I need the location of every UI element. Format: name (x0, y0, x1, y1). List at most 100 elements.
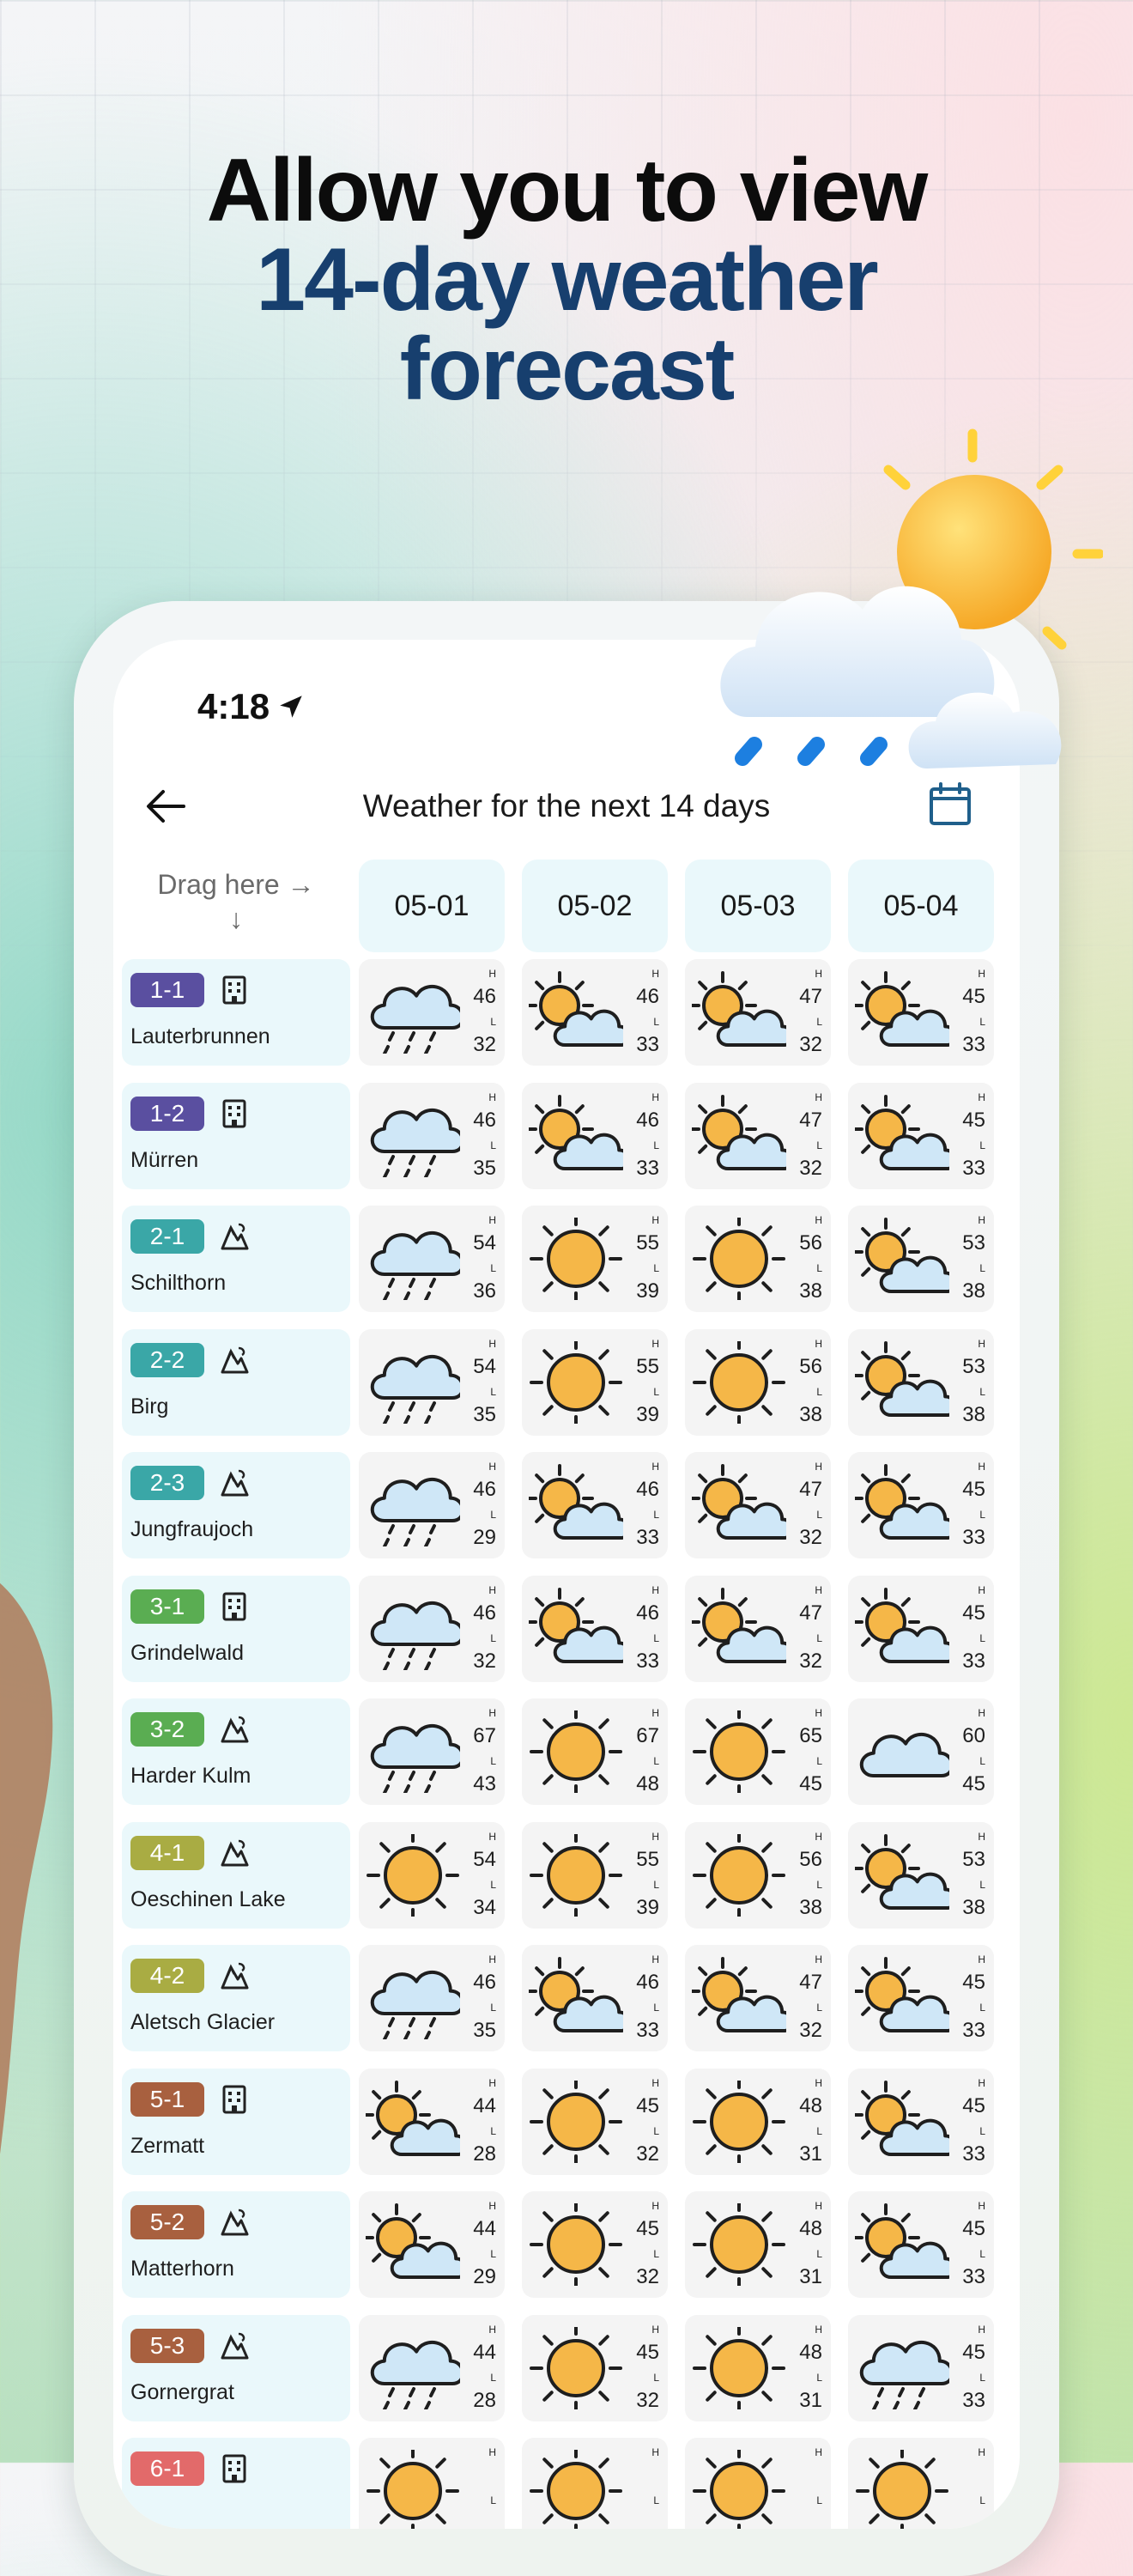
forecast-cell[interactable]: H 67 L 43 (359, 1698, 505, 1805)
forecast-cell[interactable]: H 48 L 31 (685, 2315, 831, 2421)
low-temp: 29 (473, 1526, 496, 1549)
location-cell[interactable]: 2-3 Jungfraujoch (122, 1452, 350, 1558)
forecast-cell[interactable]: H 48 L 31 (685, 2069, 831, 2175)
forecast-cell[interactable]: H 45 L 33 (848, 959, 994, 1066)
forecast-cell[interactable]: H 45 L 33 (848, 1083, 994, 1189)
forecast-cell[interactable]: H 47 L 32 (685, 1083, 831, 1189)
location-cell[interactable]: 5-1 Zermatt (122, 2069, 350, 2175)
date-header-05-03[interactable]: 05-03 (685, 860, 831, 952)
forecast-cell[interactable]: H 44 L 28 (359, 2069, 505, 2175)
forecast-cell[interactable]: H 46 L 32 (359, 1576, 505, 1682)
low-label: L (653, 2494, 659, 2506)
low-label: L (979, 1509, 985, 1521)
location-cell[interactable]: 6-1 (122, 2438, 350, 2529)
location-cell[interactable]: 3-1 Grindelwald (122, 1576, 350, 1682)
high-temp: 45 (962, 1971, 985, 1994)
drag-hint[interactable]: Drag here → ↓ (122, 867, 350, 936)
low-temp: 32 (799, 1649, 822, 1673)
sun-icon (693, 2450, 785, 2529)
forecast-cell[interactable]: H 44 L 29 (359, 2191, 505, 2298)
high-label: H (651, 2077, 659, 2089)
status-bar-time: 4:18 (197, 686, 306, 727)
low-temp: 33 (636, 1649, 659, 1673)
location-cell[interactable]: 1-2 Mürren (122, 1083, 350, 1189)
forecast-cell[interactable]: H 55 L 39 (522, 1206, 668, 1312)
forecast-cell[interactable]: H 46 L 29 (359, 1452, 505, 1558)
low-temp: 35 (473, 1157, 496, 1180)
forecast-cell[interactable]: H 45 L 32 (522, 2191, 668, 2298)
forecast-cell[interactable]: H 56 L 38 (685, 1329, 831, 1436)
low-temp: 39 (636, 1403, 659, 1426)
rain-icon (370, 2340, 460, 2409)
forecast-cell[interactable]: H 46 L 33 (522, 1083, 668, 1189)
forecast-cell[interactable]: H L (522, 2438, 668, 2529)
location-cell[interactable]: 4-1 Oeschinen Lake (122, 1822, 350, 1929)
location-cell[interactable]: 2-2 Birg (122, 1329, 350, 1436)
low-temp: 31 (799, 2389, 822, 2412)
forecast-cell[interactable]: H 47 L 32 (685, 1576, 831, 1682)
forecast-cell[interactable]: H 44 L 28 (359, 2315, 505, 2421)
location-cell[interactable]: 2-1 Schilthorn (122, 1206, 350, 1312)
forecast-cell[interactable]: H 45 L 32 (522, 2069, 668, 2175)
forecast-cell[interactable]: H 55 L 39 (522, 1822, 668, 1929)
low-label: L (816, 2248, 822, 2260)
location-cell[interactable]: 1-1 Lauterbrunnen (122, 959, 350, 1066)
forecast-cell[interactable]: H 48 L 31 (685, 2191, 831, 2298)
high-label: H (815, 968, 822, 980)
location-code-badge: 5-1 (130, 2082, 204, 2117)
forecast-cell[interactable]: H 45 L 33 (848, 2315, 994, 2421)
forecast-cell[interactable]: H 46 L 35 (359, 1945, 505, 2051)
forecast-cell[interactable]: H 46 L 33 (522, 1452, 668, 1558)
forecast-cell[interactable]: H 54 L 34 (359, 1822, 505, 1929)
forecast-cell[interactable]: H 46 L 32 (359, 959, 505, 1066)
location-code-badge: 4-2 (130, 1959, 204, 1993)
date-header-05-01[interactable]: 05-01 (359, 860, 505, 952)
forecast-cell[interactable]: H 47 L 32 (685, 1452, 831, 1558)
forecast-cell[interactable]: H 53 L 38 (848, 1206, 994, 1312)
forecast-cell[interactable]: H 47 L 32 (685, 959, 831, 1066)
location-name: Zermatt (130, 2134, 205, 2158)
forecast-cell[interactable]: H 67 L 48 (522, 1698, 668, 1805)
forecast-cell[interactable]: H 45 L 32 (522, 2315, 668, 2421)
forecast-cell[interactable]: H 54 L 36 (359, 1206, 505, 1312)
high-temp: 45 (636, 2094, 659, 2117)
forecast-cell[interactable]: H 56 L 38 (685, 1822, 831, 1929)
forecast-cell[interactable]: H 45 L 33 (848, 2069, 994, 2175)
forecast-cell[interactable]: H L (685, 2438, 831, 2529)
location-cell[interactable]: 5-3 Gornergrat (122, 2315, 350, 2421)
forecast-cell[interactable]: H 47 L 32 (685, 1945, 831, 2051)
forecast-cell[interactable]: H L (359, 2438, 505, 2529)
location-cell[interactable]: 5-2 Matterhorn (122, 2191, 350, 2298)
low-label: L (979, 1879, 985, 1891)
low-temp: 38 (799, 1403, 822, 1426)
forecast-cell[interactable]: H 65 L 45 (685, 1698, 831, 1805)
forecast-cell[interactable]: H 55 L 39 (522, 1329, 668, 1436)
date-header-05-02[interactable]: 05-02 (522, 860, 668, 952)
location-cell[interactable]: 4-2 Aletsch Glacier (122, 1945, 350, 2051)
forecast-cell[interactable]: H 45 L 33 (848, 1576, 994, 1682)
forecast-cell[interactable]: H 45 L 33 (848, 1452, 994, 1558)
date-header-05-04[interactable]: 05-04 (848, 860, 994, 952)
high-temp: 45 (962, 2094, 985, 2117)
forecast-cell[interactable]: H 45 L 33 (848, 2191, 994, 2298)
high-label: H (651, 1091, 659, 1103)
forecast-cell[interactable]: H 46 L 33 (522, 959, 668, 1066)
building-icon (220, 1591, 249, 1622)
forecast-cell[interactable]: H 56 L 38 (685, 1206, 831, 1312)
forecast-cell[interactable]: H 53 L 38 (848, 1329, 994, 1436)
forecast-cell[interactable]: H 46 L 33 (522, 1945, 668, 2051)
forecast-cell[interactable]: H L (848, 2438, 994, 2529)
low-label: L (979, 1139, 985, 1151)
forecast-cell[interactable]: H 46 L 33 (522, 1576, 668, 1682)
forecast-cell[interactable]: H 53 L 38 (848, 1822, 994, 1929)
high-temp: 55 (636, 1355, 659, 1378)
high-label: H (815, 1338, 822, 1350)
sun-cloud-rain-illustration (720, 428, 1103, 769)
forecast-cell[interactable]: H 60 L 45 (848, 1698, 994, 1805)
forecast-cell[interactable]: H 54 L 35 (359, 1329, 505, 1436)
forecast-cell[interactable]: H 45 L 33 (848, 1945, 994, 2051)
forecast-cell[interactable]: H 46 L 35 (359, 1083, 505, 1189)
location-cell[interactable]: 3-2 Harder Kulm (122, 1698, 350, 1805)
location-name: Schilthorn (130, 1271, 227, 1295)
sun-icon (530, 2327, 622, 2409)
